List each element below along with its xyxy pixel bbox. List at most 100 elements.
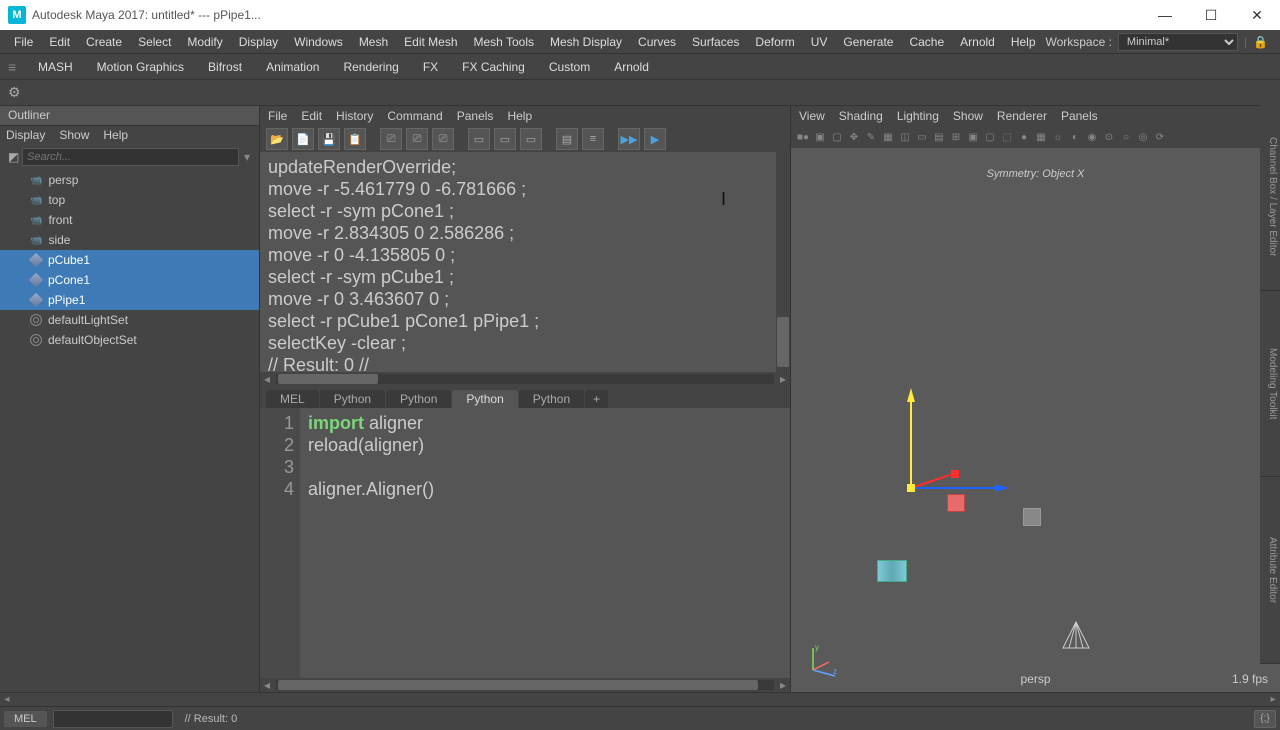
maximize-button[interactable]: ☐: [1188, 0, 1234, 30]
shelf-tab-fx[interactable]: FX: [411, 55, 450, 79]
workspace-dropdown[interactable]: Minimal*: [1118, 33, 1238, 51]
outliner-menu-show[interactable]: Show: [59, 128, 89, 144]
show-history-button[interactable]: ▭: [468, 128, 490, 150]
shelf-tab-fx-caching[interactable]: FX Caching: [450, 55, 537, 79]
gear-icon[interactable]: ⚙: [8, 84, 21, 101]
line-numbers-button[interactable]: ≡: [582, 128, 604, 150]
script-output[interactable]: updateRenderOverride; move -r -5.461779 …: [260, 152, 790, 372]
vp-menu-lighting[interactable]: Lighting: [897, 109, 939, 123]
vp-safe-title-icon[interactable]: ▢: [982, 129, 998, 145]
shelf-tab-animation[interactable]: Animation: [254, 55, 331, 79]
echo-commands-button[interactable]: ▤: [556, 128, 578, 150]
menu-surfaces[interactable]: Surfaces: [684, 30, 747, 54]
source-script-button[interactable]: 📄: [292, 128, 314, 150]
outliner-item-pcube1[interactable]: pCube1: [0, 250, 259, 270]
viewport-canvas[interactable]: Symmetry: Object X y z persp: [791, 148, 1280, 692]
object-ppipe1[interactable]: [877, 560, 907, 582]
move-manipulator-icon[interactable]: [881, 378, 1011, 508]
vp-expose-icon[interactable]: ◎: [1135, 129, 1151, 145]
se-menu-command[interactable]: Command: [387, 109, 442, 123]
command-input[interactable]: [53, 710, 173, 728]
filter-icon[interactable]: ◩: [4, 150, 22, 164]
vp-gate-mask-icon[interactable]: ▤: [931, 129, 947, 145]
outliner-item-persp[interactable]: 📹persp: [0, 170, 259, 190]
clear-history-button[interactable]: ⎚: [380, 128, 402, 150]
rail-channel-box[interactable]: Channel Box / Layer Editor: [1260, 104, 1280, 291]
outliner-item-defaultobjectset[interactable]: defaultObjectSet: [0, 330, 259, 350]
menu-windows[interactable]: Windows: [286, 30, 351, 54]
script-tab-2[interactable]: Python: [386, 390, 451, 408]
execute-all-button[interactable]: ▶▶: [618, 128, 640, 150]
open-script-button[interactable]: 📂: [266, 128, 288, 150]
vp-menu-view[interactable]: View: [799, 109, 825, 123]
vp-textured-icon[interactable]: ▦: [1033, 129, 1049, 145]
outliner-menu-help[interactable]: Help: [103, 128, 128, 144]
vp-grease-pencil-icon[interactable]: ✎: [863, 129, 879, 145]
outliner-menu-display[interactable]: Display: [6, 128, 45, 144]
object-pcone1[interactable]: [1061, 620, 1091, 650]
output-hscroll[interactable]: ◂▸: [260, 372, 790, 386]
shelf-tab-mash[interactable]: MASH: [26, 55, 85, 79]
script-tab-1[interactable]: Python: [320, 390, 385, 408]
vp-shadows-icon[interactable]: ◐: [1067, 129, 1083, 145]
input-hscroll[interactable]: ◂▸: [260, 678, 790, 692]
show-input-button[interactable]: ▭: [494, 128, 516, 150]
menu-arnold[interactable]: Arnold: [952, 30, 1003, 54]
vp-use-lights-icon[interactable]: ☼: [1050, 129, 1066, 145]
vp-menu-shading[interactable]: Shading: [839, 109, 883, 123]
vp-smooth-shade-all-icon[interactable]: ●: [1016, 129, 1032, 145]
menu-edit[interactable]: Edit: [41, 30, 78, 54]
outliner-item-ppipe1[interactable]: pPipe1: [0, 290, 259, 310]
menu-create[interactable]: Create: [78, 30, 130, 54]
vp-menu-show[interactable]: Show: [953, 109, 983, 123]
vp-isolate-icon[interactable]: ◉: [1084, 129, 1100, 145]
menu-deform[interactable]: Deform: [747, 30, 802, 54]
shelf-handle-icon[interactable]: ≡: [8, 59, 26, 75]
menu-mesh[interactable]: Mesh: [351, 30, 396, 54]
cmd-language-label[interactable]: MEL: [4, 711, 47, 727]
clear-input-button[interactable]: ⎚: [406, 128, 428, 150]
vp-resolution-gate-icon[interactable]: ▭: [914, 129, 930, 145]
menu-modify[interactable]: Modify: [179, 30, 230, 54]
script-input[interactable]: import alignerreload(aligner) aligner.Al…: [300, 408, 790, 678]
menu-uv[interactable]: UV: [803, 30, 836, 54]
menu-display[interactable]: Display: [231, 30, 286, 54]
vp-xray-joints-icon[interactable]: ○: [1118, 129, 1134, 145]
menu-curves[interactable]: Curves: [630, 30, 684, 54]
vp-field-chart-icon[interactable]: ⊞: [948, 129, 964, 145]
script-tab-0[interactable]: MEL: [266, 390, 319, 408]
lock-icon[interactable]: 🔒: [1253, 35, 1268, 49]
vp-xray-icon[interactable]: ⊙: [1101, 129, 1117, 145]
menu-mesh-display[interactable]: Mesh Display: [542, 30, 630, 54]
outliner-search-input[interactable]: [22, 148, 239, 166]
outliner-item-front[interactable]: 📹front: [0, 210, 259, 230]
shelf-tab-custom[interactable]: Custom: [537, 55, 602, 79]
timeline-scrollbar[interactable]: ◂▸: [0, 692, 1280, 706]
menu-help[interactable]: Help: [1003, 30, 1044, 54]
output-scrollbar[interactable]: [776, 152, 790, 372]
save-to-shelf-button[interactable]: 📋: [344, 128, 366, 150]
se-menu-help[interactable]: Help: [507, 109, 532, 123]
vp-select-camera-icon[interactable]: ■●: [795, 129, 811, 145]
shelf-tab-bifrost[interactable]: Bifrost: [196, 55, 254, 79]
script-tab-3[interactable]: Python: [452, 390, 517, 408]
menu-select[interactable]: Select: [130, 30, 179, 54]
menu-edit-mesh[interactable]: Edit Mesh: [396, 30, 465, 54]
vp-bookmark-icon[interactable]: ▣: [812, 129, 828, 145]
se-menu-panels[interactable]: Panels: [457, 109, 494, 123]
save-script-button[interactable]: 💾: [318, 128, 340, 150]
object-pcube1[interactable]: [947, 494, 965, 512]
shelf-tab-motion-graphics[interactable]: Motion Graphics: [85, 55, 196, 79]
execute-button[interactable]: ▶: [644, 128, 666, 150]
se-menu-file[interactable]: File: [268, 109, 287, 123]
show-both-button[interactable]: ▭: [520, 128, 542, 150]
close-button[interactable]: ✕: [1234, 0, 1280, 30]
menu-cache[interactable]: Cache: [901, 30, 952, 54]
vp-grid-icon[interactable]: ▦: [880, 129, 896, 145]
outliner-item-side[interactable]: 📹side: [0, 230, 259, 250]
se-menu-history[interactable]: History: [336, 109, 373, 123]
outliner-item-top[interactable]: 📹top: [0, 190, 259, 210]
search-dropdown-icon[interactable]: ▾: [239, 150, 255, 164]
menu-generate[interactable]: Generate: [835, 30, 901, 54]
clear-all-button[interactable]: ⎚: [432, 128, 454, 150]
